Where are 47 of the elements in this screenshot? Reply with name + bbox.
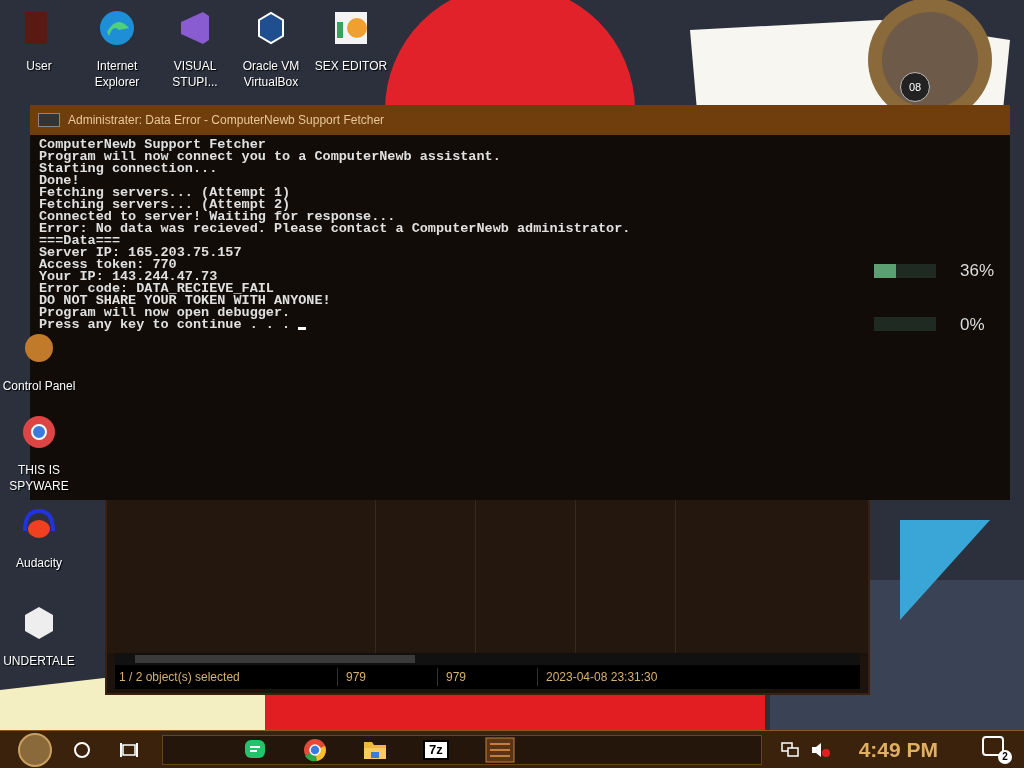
icon-label[interactable]: VISUAL STUPI... <box>156 58 234 90</box>
console-line: Done! <box>39 175 80 187</box>
notification-badge: 2 <box>998 749 1012 764</box>
console-line: ComputerNewb Support Fetcher <box>39 139 266 151</box>
console-line: Program will now open debugger. <box>39 307 291 319</box>
icon-label[interactable]: Control Panel <box>0 378 78 394</box>
muted-speaker-icon[interactable] <box>810 741 831 758</box>
icon-label[interactable]: Internet Explorer <box>78 58 156 90</box>
meter-reading: 0% <box>960 313 985 336</box>
clock-time[interactable]: 4:49 PM <box>858 733 938 766</box>
start-button[interactable] <box>18 732 52 767</box>
app-icon[interactable] <box>97 8 137 48</box>
console-line: Press any key to continue . . . <box>39 319 307 331</box>
icon-label[interactable]: User <box>24 58 54 74</box>
scrollbar[interactable] <box>115 653 860 665</box>
console-line: Starting connection... <box>39 163 218 175</box>
search-icon[interactable] <box>74 741 90 758</box>
icon-label[interactable]: Audacity <box>14 555 64 571</box>
console-line: Connected to server! Waiting for response... <box>39 211 396 223</box>
status-text: 1 / 2 object(s) selected <box>118 669 241 686</box>
task-view-icon[interactable] <box>120 741 138 758</box>
icon-label[interactable]: THIS IS SPYWARE <box>0 462 78 494</box>
meter-track <box>874 317 936 332</box>
icon-label[interactable]: Oracle VM VirtualBox <box>232 58 310 90</box>
console-line: Program will now connect you to a ComputerNewb assistant. <box>39 151 501 163</box>
meter-reading: 36% <box>960 260 995 282</box>
console-line: Fetching servers... (Attempt 1) <box>39 187 291 199</box>
icon-label[interactable]: UNDERTALE <box>1 653 77 669</box>
network-icon[interactable] <box>780 741 799 758</box>
browser-icon[interactable] <box>303 737 327 762</box>
console-line: Your IP: 143.244.47.73 <box>39 271 218 283</box>
archiver-icon[interactable]: 7z <box>423 739 449 760</box>
window-title: Administrater: Data Error - ComputerNewb Support Fetcher <box>68 112 385 129</box>
console-icon <box>38 113 60 127</box>
icon-label[interactable]: SEX EDITOR <box>312 58 390 74</box>
console-line: Server IP: 165.203.75.157 <box>39 247 242 259</box>
status-text: 979 <box>337 668 437 686</box>
console-line: ===Data=== <box>39 235 120 247</box>
status-text: 979 <box>437 668 537 686</box>
console-line: Error code: DATA_RECIEVE_FAIL <box>39 283 274 295</box>
console-line: Access token: 770 <box>39 259 177 271</box>
console-line: DO NOT SHARE YOUR TOKEN WITH ANYONE! <box>39 295 331 307</box>
console-line: Error: No data was recieved. Please contact a ComputerNewb administrator. <box>39 223 631 235</box>
console-line: Fetching servers... (Attempt 2) <box>39 199 291 211</box>
clock-date: 08 <box>908 79 922 95</box>
text-cursor <box>298 327 307 330</box>
status-text: 2023-04-08 23:31:30 <box>537 668 860 686</box>
